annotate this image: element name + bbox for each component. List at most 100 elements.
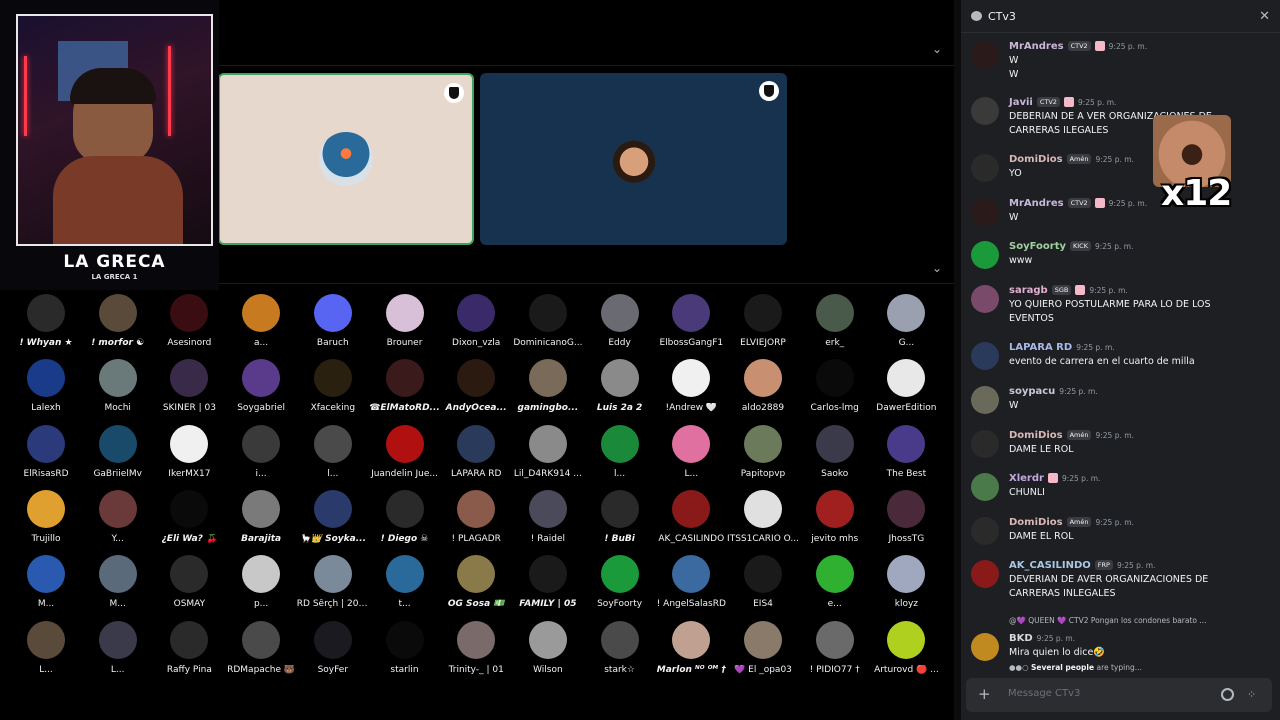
member-tile[interactable]: Arturovd 🔴 ... — [870, 620, 942, 675]
user-avatar[interactable] — [971, 41, 999, 69]
collapse-chevron-icon[interactable]: ⌄ — [931, 262, 943, 274]
member-tile[interactable]: Xfaceking — [297, 359, 369, 413]
member-tile[interactable]: stark☆ — [584, 620, 656, 675]
username[interactable]: soypacu — [1009, 386, 1055, 397]
member-tile[interactable]: G... — [870, 294, 942, 348]
member-tile[interactable]: 🦙👑 Soyka... — [297, 489, 369, 544]
member-tile[interactable]: RDMapache 🐻 — [225, 620, 297, 675]
member-tile[interactable]: ! Raidel — [512, 489, 584, 544]
member-tile[interactable]: ! Whyan ★ — [10, 294, 82, 348]
message-input[interactable]: Message CTv3 — [1008, 688, 1080, 699]
username[interactable]: MrAndres — [1009, 198, 1064, 209]
member-tile[interactable]: ITSS1CARIO O... — [727, 489, 799, 544]
member-tile[interactable]: l... — [297, 424, 369, 479]
collapse-chevron-icon[interactable]: ⌄ — [931, 43, 943, 55]
member-tile[interactable]: DominicanoG... — [512, 294, 584, 348]
user-avatar[interactable] — [971, 154, 999, 182]
member-tile[interactable]: FAMILY | 05 — [512, 555, 584, 609]
member-tile[interactable]: Wilson — [512, 620, 584, 675]
member-tile[interactable]: kloyz — [870, 555, 942, 609]
member-tile[interactable]: Barajita — [225, 489, 297, 544]
member-tile[interactable]: Baruch — [297, 294, 369, 348]
member-tile[interactable]: SoyFoorty — [584, 555, 656, 609]
member-tile[interactable]: erk_ — [799, 294, 871, 348]
member-tile[interactable]: JhossTG — [870, 489, 942, 544]
add-attachment-icon[interactable]: + — [978, 686, 991, 702]
member-tile[interactable]: Trujillo — [10, 489, 82, 544]
member-tile[interactable]: Raffy Pina — [153, 620, 225, 675]
member-tile[interactable]: t... — [369, 555, 441, 609]
user-avatar[interactable] — [971, 285, 999, 313]
close-icon[interactable]: ✕ — [1259, 9, 1270, 24]
member-tile[interactable]: EIS4 — [727, 555, 799, 609]
member-tile[interactable]: GaBriielMv — [82, 424, 154, 479]
user-avatar[interactable] — [971, 517, 999, 545]
member-tile[interactable]: L... — [655, 424, 727, 479]
member-tile[interactable]: aldo2889 — [727, 359, 799, 413]
member-tile[interactable]: SKINER | 03 — [153, 359, 225, 413]
member-tile[interactable]: RD Šêrçh | 20 ... — [297, 555, 369, 609]
member-tile[interactable]: Asesinord — [153, 294, 225, 348]
username[interactable]: MrAndres — [1009, 41, 1064, 52]
member-tile[interactable]: Saoko — [799, 424, 871, 479]
user-avatar[interactable] — [971, 97, 999, 125]
emoji-icon[interactable] — [1221, 688, 1234, 701]
member-tile[interactable]: gamingbo... — [512, 359, 584, 413]
username[interactable]: DomiDios — [1009, 517, 1063, 528]
member-tile[interactable]: OSMAY — [153, 555, 225, 609]
username[interactable]: BKD — [1009, 633, 1033, 644]
member-tile[interactable]: Marlon ᴺᴼ ᴼᴹ † — [655, 620, 727, 675]
member-tile[interactable]: Lalexh — [10, 359, 82, 413]
username[interactable]: AK_CASILINDO — [1009, 560, 1091, 571]
video-tile[interactable] — [480, 73, 787, 245]
member-tile[interactable]: i... — [225, 424, 297, 479]
member-tile[interactable]: 💜 El _opa03 — [727, 620, 799, 675]
member-tile[interactable]: ! morfor ☯ — [82, 294, 154, 348]
apps-icon[interactable]: ⁘ — [1247, 688, 1260, 701]
message-input-bar[interactable]: + Message CTv3 ⁘ — [966, 678, 1272, 712]
scrollbar[interactable] — [954, 0, 961, 720]
member-tile[interactable]: Carlos-lmg — [799, 359, 871, 413]
member-tile[interactable]: DawerEdition — [870, 359, 942, 413]
member-tile[interactable]: ELVIEJORP — [727, 294, 799, 348]
member-tile[interactable]: Trinity-_ | 01 — [440, 620, 512, 675]
member-tile[interactable]: M... — [82, 555, 154, 609]
username[interactable]: saragb — [1009, 285, 1048, 296]
member-tile[interactable]: The Best — [870, 424, 942, 479]
user-avatar[interactable] — [971, 198, 999, 226]
user-avatar[interactable] — [971, 473, 999, 501]
member-tile[interactable]: e... — [799, 555, 871, 609]
member-tile[interactable]: ! AngelSalasRD — [655, 555, 727, 609]
member-tile[interactable]: Brouner — [369, 294, 441, 348]
member-tile[interactable]: Dixon_vzla — [440, 294, 512, 348]
member-tile[interactable]: Eddy — [584, 294, 656, 348]
member-tile[interactable]: Lil_D4RK914 ... — [512, 424, 584, 479]
username[interactable]: LAPARA RD — [1009, 342, 1072, 353]
member-tile[interactable]: Papitopvp — [727, 424, 799, 479]
user-avatar[interactable] — [971, 386, 999, 414]
member-tile[interactable]: LAPARA RD — [440, 424, 512, 479]
username[interactable]: DomiDios — [1009, 154, 1063, 165]
member-tile[interactable]: jevito mhs — [799, 489, 871, 544]
member-tile[interactable]: Y... — [82, 489, 154, 544]
username[interactable]: Xlerdr — [1009, 473, 1044, 484]
member-tile[interactable]: a... — [225, 294, 297, 348]
member-tile[interactable]: ! Diego ☠ — [369, 489, 441, 544]
member-tile[interactable]: l... — [584, 424, 656, 479]
username[interactable]: Javii — [1009, 97, 1033, 108]
member-tile[interactable]: AK_CASILINDO — [655, 489, 727, 544]
member-tile[interactable]: Soygabriel — [225, 359, 297, 413]
member-tile[interactable]: ! PLAGADR — [440, 489, 512, 544]
video-tile-speaking[interactable] — [218, 73, 474, 245]
member-tile[interactable]: Mochi — [82, 359, 154, 413]
member-tile[interactable]: !Andrew 🤍 — [655, 359, 727, 413]
member-tile[interactable]: IkerMX17 — [153, 424, 225, 479]
member-tile[interactable]: AndyOcea... — [440, 359, 512, 413]
member-tile[interactable]: starlin — [369, 620, 441, 675]
member-tile[interactable]: ElbossGangF1 — [655, 294, 727, 348]
member-tile[interactable]: OG Sosa 💵 — [440, 555, 512, 609]
member-tile[interactable]: L... — [82, 620, 154, 675]
user-avatar[interactable] — [971, 430, 999, 458]
reply-preview[interactable]: @💜 QUEEN 💜 CTV2 Pongan los condones bara… — [1009, 616, 1269, 625]
member-tile[interactable]: M... — [10, 555, 82, 609]
